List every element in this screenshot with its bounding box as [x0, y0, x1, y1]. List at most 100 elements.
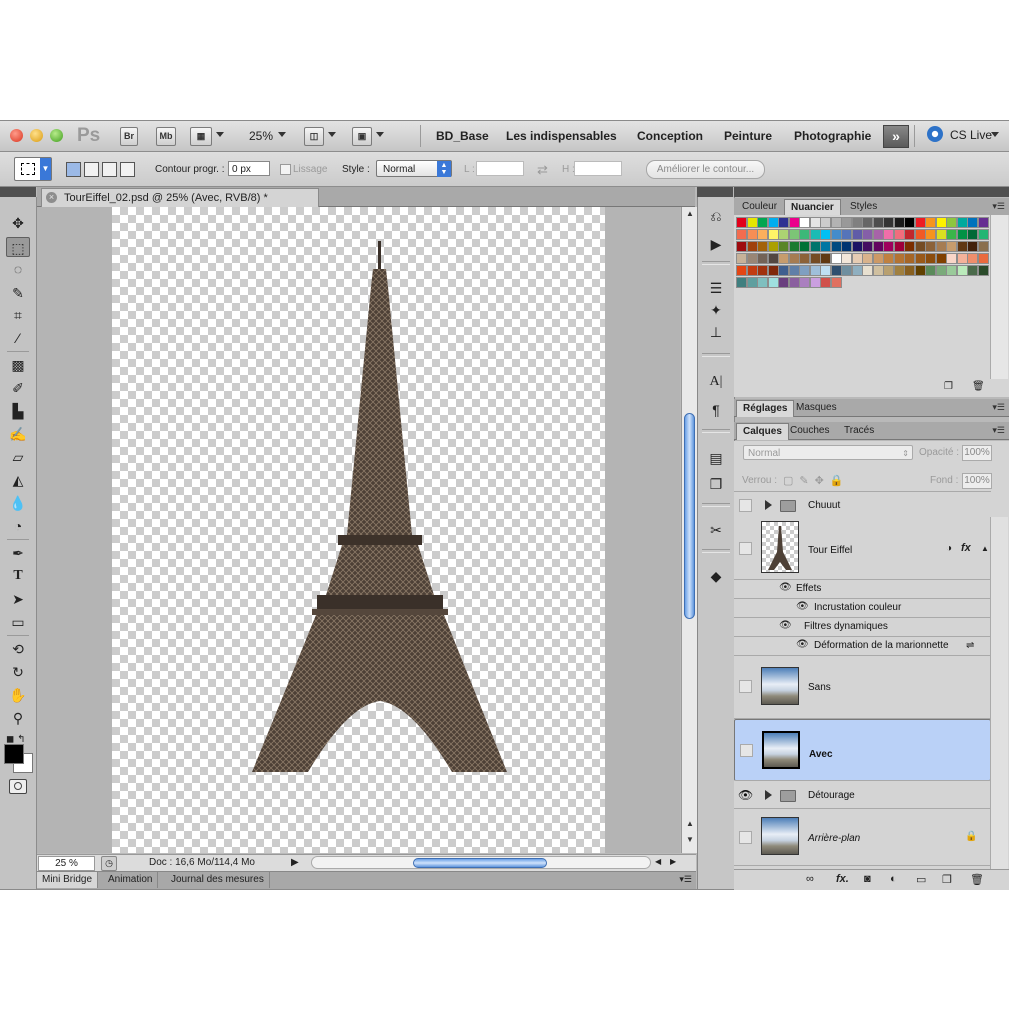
color-swatch[interactable]: [820, 253, 831, 264]
color-swatch[interactable]: [736, 277, 747, 288]
eraser-tool-icon[interactable]: ▱: [6, 447, 30, 467]
minimize-window-button[interactable]: [30, 129, 43, 142]
dock-grip[interactable]: [697, 187, 733, 197]
blur-tool-icon[interactable]: 💧: [6, 493, 30, 513]
color-swatch[interactable]: [851, 265, 863, 276]
color-swatch[interactable]: [746, 265, 758, 276]
chevron-down-icon[interactable]: [376, 132, 384, 137]
color-swatch[interactable]: [914, 265, 926, 276]
layer-row-tour-eiffel[interactable]: Tour Eiffel ◑ fx ▲: [734, 519, 991, 580]
brush-tool-icon[interactable]: ✐: [6, 378, 30, 398]
eyedropper-tool-icon[interactable]: ⁄: [6, 328, 30, 348]
info-icon[interactable]: ▤: [706, 449, 726, 467]
new-layer-icon[interactable]: ❐: [942, 873, 952, 886]
add-mask-icon[interactable]: ◙: [864, 873, 871, 885]
workspace-design[interactable]: Conception: [637, 129, 703, 143]
color-swatch[interactable]: [883, 229, 894, 240]
foreground-color-swatch[interactable]: [4, 744, 24, 764]
color-swatch[interactable]: [788, 217, 800, 228]
clone-source-icon[interactable]: ⊥: [706, 323, 726, 341]
color-swatch[interactable]: [872, 253, 884, 264]
color-swatch[interactable]: [967, 253, 978, 264]
swatches-scrollbar[interactable]: [990, 215, 1008, 379]
color-swatch[interactable]: [935, 253, 947, 264]
rectangle-shape-tool-icon[interactable]: ▭: [6, 612, 30, 632]
layer-row-sans[interactable]: Sans: [734, 656, 991, 719]
lasso-tool-icon[interactable]: ◌: [6, 259, 30, 279]
layer-row-chuuut[interactable]: Chuuut: [734, 491, 991, 520]
color-swatch[interactable]: [746, 241, 758, 252]
color-swatch[interactable]: [746, 277, 758, 288]
workspace-bd-base[interactable]: BD_Base: [436, 129, 489, 143]
color-swatch[interactable]: [736, 217, 747, 228]
chevron-up-icon[interactable]: ▲: [686, 209, 694, 218]
color-swatch[interactable]: [778, 265, 789, 276]
color-swatch[interactable]: [767, 241, 779, 252]
intersect-selection-button[interactable]: [120, 162, 135, 177]
dodge-tool-icon[interactable]: ◔: [6, 516, 30, 536]
color-swatch[interactable]: [830, 229, 842, 240]
smart-filter-item-row[interactable]: 👁 Déformation de la marionnette ⇌: [734, 637, 991, 656]
tab-paths[interactable]: Tracés: [838, 423, 880, 439]
paint-bucket-tool-icon[interactable]: ◭: [6, 470, 30, 490]
horizontal-scrollbar[interactable]: [311, 856, 651, 869]
style-select[interactable]: Normal ▲ ▼: [376, 160, 452, 177]
color-swatch[interactable]: [767, 277, 779, 288]
color-swatch[interactable]: [778, 253, 789, 264]
effect-item-row[interactable]: 👁 Incrustation couleur: [734, 599, 991, 618]
fx-icon[interactable]: fx: [961, 542, 971, 554]
feather-input[interactable]: 0 px: [228, 161, 270, 176]
width-input[interactable]: [476, 161, 524, 176]
color-swatch[interactable]: [925, 229, 936, 240]
chevron-down-icon[interactable]: [991, 132, 999, 137]
canvas[interactable]: [112, 207, 605, 853]
color-swatch[interactable]: [788, 253, 800, 264]
layer-row-background[interactable]: Arrière-plan 🔒: [734, 809, 991, 866]
rectangular-marquee-tool-icon[interactable]: ⬚: [6, 237, 30, 257]
color-swatch[interactable]: [799, 265, 810, 276]
status-menu-arrow-icon[interactable]: ▶: [291, 857, 299, 868]
color-swatch[interactable]: [830, 277, 842, 288]
screen-mode-button[interactable]: ▣: [352, 127, 372, 146]
chevron-left-icon[interactable]: ◀: [655, 857, 661, 866]
tool-presets-icon[interactable]: ✂: [706, 521, 726, 539]
expand-arrow-icon[interactable]: [765, 500, 772, 510]
color-swatch[interactable]: [746, 217, 758, 228]
color-swatch[interactable]: [862, 265, 873, 276]
eye-icon[interactable]: 👁: [796, 601, 809, 612]
color-swatch[interactable]: [977, 253, 989, 264]
horizontal-scroll-thumb[interactable]: [413, 858, 547, 868]
actions-icon[interactable]: ▶: [706, 235, 726, 253]
color-swatch[interactable]: [809, 229, 821, 240]
brush-presets-icon[interactable]: ☰: [706, 279, 726, 297]
visibility-toggle[interactable]: [739, 831, 752, 844]
eye-icon[interactable]: 👁: [796, 639, 809, 650]
lock-icons[interactable]: ▢✎✥🔒: [783, 474, 850, 487]
color-swatch[interactable]: [862, 217, 873, 228]
color-swatch[interactable]: [935, 265, 947, 276]
chevron-down-icon[interactable]: [328, 132, 336, 137]
paragraph-icon[interactable]: ¶: [706, 401, 726, 419]
add-style-fx-icon[interactable]: fx.: [836, 873, 849, 885]
color-swatch[interactable]: [893, 217, 905, 228]
document-window[interactable]: [37, 207, 680, 853]
color-swatch[interactable]: [872, 217, 884, 228]
color-swatch[interactable]: [883, 265, 894, 276]
filter-options-icon[interactable]: ⇌: [966, 640, 974, 651]
move-tool-icon[interactable]: ✥: [6, 213, 30, 233]
tab-adjustments[interactable]: Réglages: [736, 400, 795, 417]
spot-healing-tool-icon[interactable]: ▩: [6, 355, 30, 375]
color-swatch[interactable]: [841, 217, 852, 228]
crop-tool-icon[interactable]: ⌗: [6, 305, 30, 325]
3d-rotate-tool-icon[interactable]: ⟲: [6, 639, 30, 659]
color-swatch[interactable]: [778, 217, 789, 228]
color-swatch[interactable]: [757, 229, 768, 240]
chevron-down-icon[interactable]: [278, 132, 286, 137]
adjustment-layer-icon[interactable]: ◐: [890, 873, 897, 885]
effects-row[interactable]: 👁 Effets: [734, 580, 991, 599]
color-swatch[interactable]: [956, 265, 968, 276]
color-swatch[interactable]: [820, 241, 831, 252]
color-swatch[interactable]: [914, 217, 926, 228]
color-swatch[interactable]: [946, 229, 957, 240]
color-swatch[interactable]: [977, 265, 989, 276]
